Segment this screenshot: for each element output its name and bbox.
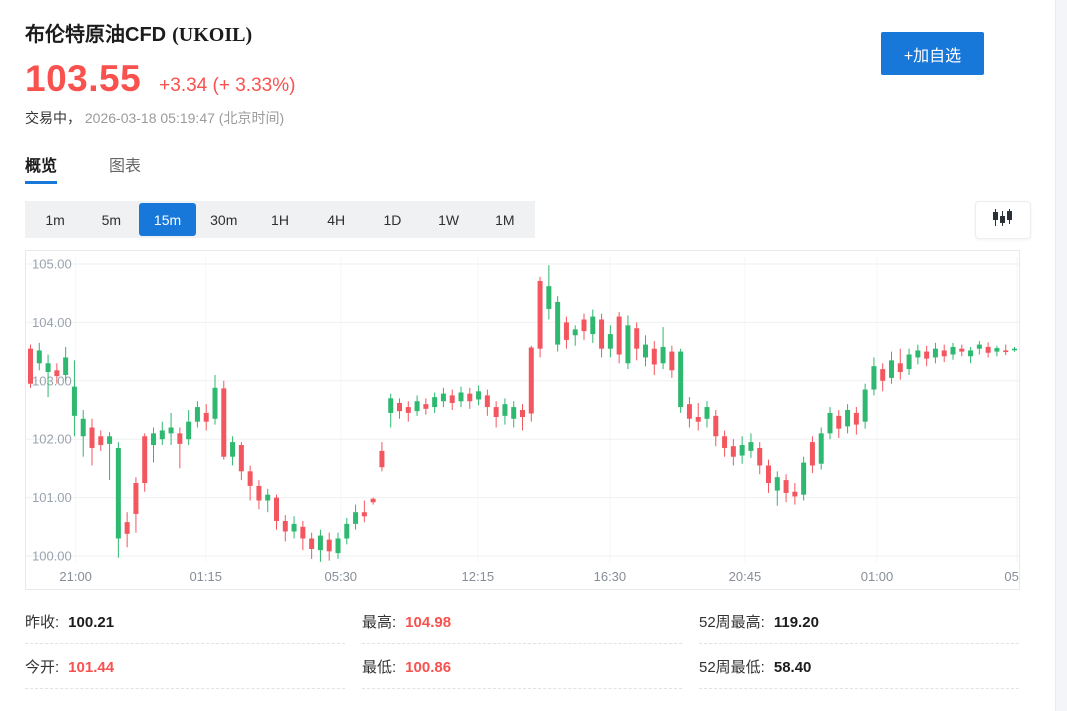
page-scroll-gutter[interactable] bbox=[1055, 0, 1067, 711]
price-change: +3.34 (+ 3.33%) bbox=[159, 75, 295, 97]
add-watchlist-button[interactable]: +加自选 bbox=[881, 32, 984, 75]
tab-chart[interactable]: 图表 bbox=[109, 152, 141, 184]
trading-status: 交易中， bbox=[25, 110, 81, 126]
tab-bar: 概览 图表 bbox=[25, 152, 1030, 184]
timeframe-bar: 1m 5m 15m 30m 1H 4H 1D 1W 1M bbox=[25, 201, 535, 238]
stat-day-high: 最高: 104.98 bbox=[362, 599, 682, 644]
svg-text:12:15: 12:15 bbox=[462, 569, 495, 584]
timeframe-1h[interactable]: 1H bbox=[252, 203, 308, 236]
stat-open: 今开: 101.44 bbox=[25, 644, 345, 689]
trading-status-row: 交易中， 2026-03-18 05:19:47 (北京时间) bbox=[25, 108, 1030, 128]
instrument-name: 布伦特原油CFD bbox=[25, 24, 166, 46]
timeframe-30m[interactable]: 30m bbox=[196, 203, 252, 236]
price-row: 103.55 +3.34 (+ 3.33%) bbox=[25, 58, 1030, 102]
page-title: 布伦特原油CFD (UKOIL) bbox=[25, 18, 1030, 46]
tab-overview[interactable]: 概览 bbox=[25, 152, 57, 184]
last-price: 103.55 bbox=[25, 58, 141, 100]
timeframe-1m[interactable]: 1m bbox=[27, 203, 83, 236]
chart-type-button[interactable] bbox=[975, 201, 1031, 239]
stat-day-low: 最低: 100.86 bbox=[362, 644, 682, 689]
stat-prev-close: 昨收: 100.21 bbox=[25, 599, 345, 644]
candlestick-chart[interactable]: 105.00104.00103.00102.00101.00100.0021:0… bbox=[25, 250, 1020, 590]
timeframe-1w[interactable]: 1W bbox=[421, 203, 477, 236]
timeframe-1d[interactable]: 1D bbox=[364, 203, 420, 236]
svg-text:01:00: 01:00 bbox=[861, 569, 894, 584]
svg-text:21:00: 21:00 bbox=[59, 569, 92, 584]
instrument-page: 布伦特原油CFD (UKOIL) +加自选 103.55 +3.34 (+ 3.3… bbox=[0, 0, 1030, 689]
svg-text:05:30: 05:30 bbox=[325, 569, 358, 584]
stat-52w-high: 52周最高: 119.20 bbox=[699, 599, 1019, 644]
chart-toolbar: 1m 5m 15m 30m 1H 4H 1D 1W 1M bbox=[25, 201, 1030, 239]
quote-timestamp: 2026-03-18 05:19:47 bbox=[85, 110, 215, 126]
svg-text:104.00: 104.00 bbox=[32, 315, 72, 330]
svg-text:102.00: 102.00 bbox=[32, 432, 72, 447]
svg-text:01:15: 01:15 bbox=[189, 569, 222, 584]
svg-text:20:45: 20:45 bbox=[729, 569, 762, 584]
chart-canvas: 105.00104.00103.00102.00101.00100.0021:0… bbox=[26, 251, 1019, 589]
timeframe-15m[interactable]: 15m bbox=[139, 203, 195, 236]
timeframe-1m-month[interactable]: 1M bbox=[477, 203, 533, 236]
timeframe-4h[interactable]: 4H bbox=[308, 203, 364, 236]
stats-grid: 昨收: 100.21 最高: 104.98 52周最高: 119.20 今开: … bbox=[25, 599, 1020, 689]
svg-text:16:30: 16:30 bbox=[594, 569, 627, 584]
svg-text:05:1: 05:1 bbox=[1004, 569, 1019, 584]
quote-timezone: (北京时间) bbox=[219, 110, 284, 126]
candlestick-chart-icon bbox=[992, 209, 1014, 231]
svg-text:105.00: 105.00 bbox=[32, 257, 72, 272]
instrument-symbol: (UKOIL) bbox=[172, 24, 252, 46]
stat-52w-low: 52周最低: 58.40 bbox=[699, 644, 1019, 689]
timeframe-5m[interactable]: 5m bbox=[83, 203, 139, 236]
svg-text:100.00: 100.00 bbox=[32, 549, 72, 564]
svg-text:101.00: 101.00 bbox=[32, 490, 72, 505]
